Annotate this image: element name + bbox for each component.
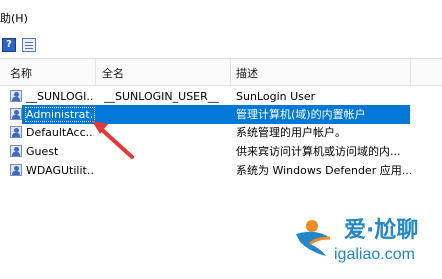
table-row[interactable]: __SUNLOGI... __SUNLOGIN_USER__ SunLogin … bbox=[0, 87, 442, 106]
user-description: 供来宾访问计算机或访问域的内... bbox=[236, 145, 401, 158]
column-header-name[interactable]: 名称 bbox=[10, 65, 32, 81]
table-row[interactable]: DefaultAcc... 系统管理的用户帐户。 bbox=[0, 123, 442, 142]
user-icon bbox=[10, 145, 22, 157]
column-divider[interactable] bbox=[95, 59, 96, 85]
user-icon bbox=[10, 126, 22, 138]
properties-icon[interactable] bbox=[22, 38, 36, 52]
list-header: 名称 全名 描述 bbox=[0, 59, 442, 86]
help-glyph: ? bbox=[6, 39, 12, 50]
user-name: __SUNLOGI... bbox=[26, 90, 94, 103]
user-name: Administrat... bbox=[25, 107, 95, 122]
user-description: 系统为 Windows Defender 应用... bbox=[236, 164, 413, 177]
user-icon bbox=[10, 164, 22, 176]
table-row-selected[interactable]: Administrat... 管理计算机(域)的内置帐户 bbox=[0, 105, 442, 124]
user-description: 管理计算机(域)的内置帐户 bbox=[236, 108, 366, 121]
table-row[interactable]: WDAGUtilit... 系统为 Windows Defender 应用... bbox=[0, 161, 442, 180]
menu-help[interactable]: 助(H) bbox=[0, 12, 28, 26]
column-divider[interactable] bbox=[230, 59, 231, 85]
help-icon[interactable]: ? bbox=[2, 38, 16, 52]
column-header-description[interactable]: 描述 bbox=[236, 65, 258, 81]
user-icon bbox=[10, 90, 22, 102]
user-description: SunLogin User bbox=[236, 90, 316, 103]
watermark: 爱·尬聊 igaliao.com bbox=[290, 208, 440, 272]
user-name: DefaultAcc... bbox=[26, 126, 94, 139]
watermark-title: 爱·尬聊 bbox=[344, 218, 419, 243]
watermark-domain: igaliao.com bbox=[334, 246, 415, 263]
user-icon bbox=[10, 108, 22, 120]
toolbar: ? bbox=[0, 30, 442, 56]
user-description: 系统管理的用户帐户。 bbox=[236, 126, 346, 139]
user-name: Guest bbox=[26, 145, 59, 158]
user-name: WDAGUtilit... bbox=[26, 164, 94, 177]
user-fullname: __SUNLOGIN_USER__ bbox=[104, 90, 219, 103]
column-divider[interactable] bbox=[410, 59, 411, 85]
table-row[interactable]: Guest 供来宾访问计算机或访问域的内... bbox=[0, 142, 442, 161]
column-header-fullname[interactable]: 全名 bbox=[102, 65, 124, 81]
menu-bar: 助(H) bbox=[0, 0, 442, 28]
